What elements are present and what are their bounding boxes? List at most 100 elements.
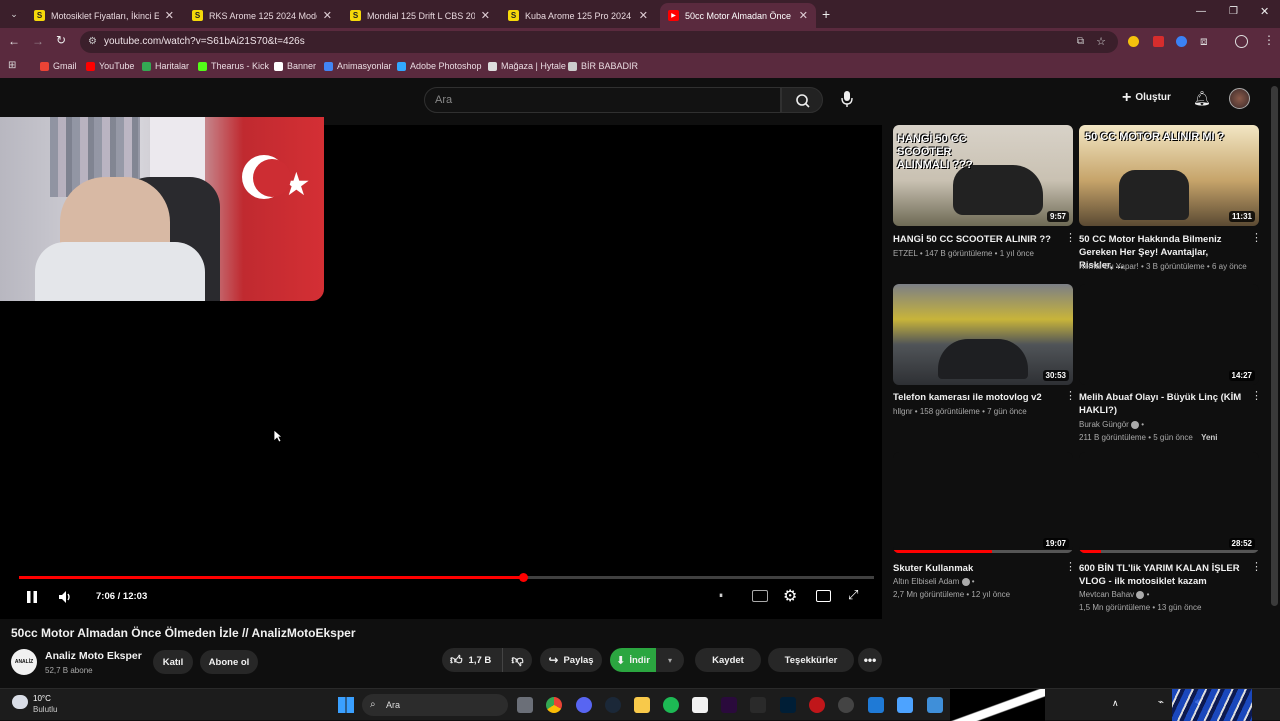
browser-tab[interactable]: S Kuba Arome 125 Pro 2024 Moc ✕	[500, 3, 656, 28]
task-view-icon[interactable]	[517, 697, 533, 713]
channel-name[interactable]: Burak Güngör	[1079, 420, 1129, 429]
create-button[interactable]: + Oluştur	[1122, 89, 1171, 105]
minimize-icon[interactable]: —	[1196, 6, 1206, 17]
steam-icon[interactable]	[605, 697, 621, 713]
notifications-bell-icon[interactable]: 🔔︎	[1193, 90, 1211, 107]
more-vertical-icon[interactable]: ⋮	[1065, 562, 1076, 573]
channel-name[interactable]: Mevtcan Bahav	[1079, 590, 1134, 599]
back-icon[interactable]: ←	[8, 34, 20, 48]
discord-icon[interactable]	[576, 697, 592, 713]
more-vertical-icon[interactable]: ⋮	[1251, 391, 1262, 402]
channel-name[interactable]: hllgnr	[893, 407, 913, 416]
tray-chevron-icon[interactable]: ∧	[1112, 698, 1119, 709]
recommendation-thumbnail[interactable]: 14:27	[1079, 284, 1259, 385]
recommendation-channel[interactable]: Mevtcan Bahav •	[1079, 590, 1149, 599]
autoplay-toggle-icon[interactable]: ⏸	[719, 591, 723, 601]
taskbar-search[interactable]: ⌕ Ara	[362, 694, 508, 716]
dislike-button[interactable]: 👎︎	[502, 648, 532, 672]
recommendation-title[interactable]: Melih Abuaf Olayı - Büyük Linç (KİM HAKL…	[1079, 391, 1244, 417]
windows-start-icon[interactable]	[338, 697, 354, 713]
bookmark-item[interactable]: Banner	[274, 61, 316, 71]
new-tab-icon[interactable]: +	[822, 6, 830, 22]
more-vertical-icon[interactable]: ⋮	[1251, 562, 1262, 573]
channel-name[interactable]: ETZEL	[893, 249, 918, 258]
settings-gear-icon[interactable]: ⚙	[783, 586, 797, 606]
extension-icon[interactable]	[1128, 36, 1139, 47]
subscribe-button[interactable]: Abone ol	[200, 650, 258, 674]
recommendation-title[interactable]: Telefon kamerası ile motovlog v2	[893, 391, 1058, 404]
extension-icon[interactable]	[1176, 36, 1187, 47]
more-vertical-icon[interactable]: ⋮	[1251, 233, 1262, 244]
join-button[interactable]: Katıl	[153, 650, 193, 674]
bookmark-item[interactable]: YouTube	[86, 61, 134, 71]
apps-grid-icon[interactable]: ⊞	[8, 60, 16, 71]
file-explorer-icon[interactable]	[634, 697, 650, 713]
bookmark-item[interactable]: Mağaza | Hytale	[488, 61, 566, 71]
more-actions-button[interactable]: •••	[858, 648, 882, 672]
fullscreen-icon[interactable]: ⤢	[848, 587, 858, 603]
search-button[interactable]	[781, 87, 823, 113]
extensions-puzzle-icon[interactable]: ⧈	[1200, 34, 1208, 49]
channel-name[interactable]: Kemal Bu Yapar!	[1079, 262, 1139, 271]
close-tab-icon[interactable]: ✕	[165, 9, 174, 22]
app-icon[interactable]	[809, 697, 825, 713]
search-input[interactable]: Ara	[424, 87, 781, 113]
channel-avatar[interactable]: ANALİZ	[11, 649, 37, 675]
recommendation-thumbnail[interactable]: 50 CC MOTOR ALINIR MI ? 11:31	[1079, 125, 1259, 226]
recommendation-thumbnail[interactable]: 19:07	[893, 452, 1073, 553]
bookmark-item[interactable]: BİR BABADIR	[568, 61, 638, 71]
thanks-button[interactable]: Teşekkürler	[768, 648, 854, 672]
bookmark-star-icon[interactable]: ☆	[1096, 31, 1106, 53]
recommendation-title[interactable]: HANGİ 50 CC SCOOTER ALINIR ??	[893, 233, 1058, 246]
subtitles-icon[interactable]	[752, 590, 768, 602]
recommendation-title[interactable]: 600 BİN TL'lik YARIM KALAN İŞLER VLOG - …	[1079, 562, 1244, 588]
restore-icon[interactable]: ❐	[1229, 6, 1238, 17]
browser-tab[interactable]: S RKS Arome 125 2024 Model Sc ✕	[184, 3, 340, 28]
forward-icon[interactable]: →	[32, 34, 44, 48]
browser-menu-icon[interactable]: ⋮	[1263, 33, 1275, 47]
obs-icon[interactable]	[838, 697, 854, 713]
tab-search-icon[interactable]: ⌄	[6, 6, 22, 22]
microphone-icon[interactable]	[840, 90, 854, 113]
epic-games-icon[interactable]	[750, 697, 766, 713]
share-button[interactable]: ↪ Paylaş	[540, 648, 602, 672]
volume-button[interactable]	[58, 590, 72, 609]
photoshop-icon[interactable]	[780, 697, 796, 713]
bookmark-item[interactable]: Gmail	[40, 61, 77, 71]
browser-tab[interactable]: S Mondial 125 Drift L CBS 2022 M ✕	[342, 3, 498, 28]
calculator-icon[interactable]	[927, 697, 943, 713]
close-tab-icon[interactable]: ✕	[481, 9, 490, 22]
progress-bar[interactable]	[19, 573, 874, 582]
avatar[interactable]	[1229, 88, 1250, 109]
reload-icon[interactable]: ↻	[56, 33, 66, 47]
bookmark-item[interactable]: Adobe Photoshop	[397, 61, 482, 71]
more-vertical-icon[interactable]: ⋮	[1065, 391, 1076, 402]
close-tab-icon[interactable]: ✕	[323, 9, 332, 22]
notes-icon[interactable]	[897, 697, 913, 713]
bookmark-item[interactable]: Animasyonlar	[324, 61, 392, 71]
close-tab-icon[interactable]: ✕	[799, 9, 808, 22]
close-tab-icon[interactable]: ✕	[639, 9, 648, 22]
page-scrollbar[interactable]	[1271, 86, 1278, 606]
recommendation-thumbnail[interactable]: HANGİ 50 CC SCOOTER ALINMALI ??? 9:57	[893, 125, 1073, 226]
browser-tab[interactable]: S Motosiklet Fiyatları, İkinci El ve ✕	[26, 3, 182, 28]
address-bar[interactable]: ⚙ youtube.com/watch?v=S61bAi21S70&t=426s…	[80, 31, 1118, 53]
recommendation-thumbnail[interactable]: 30:53	[893, 284, 1073, 385]
download-options-button[interactable]: ▾	[656, 648, 684, 672]
bookmark-item[interactable]: Haritalar	[142, 61, 189, 71]
browser-tab-active[interactable]: ▶ 50cc Motor Almadan Önce Ölm ✕	[660, 3, 816, 28]
chrome-icon[interactable]	[546, 697, 562, 713]
recommendation-channel[interactable]: Burak Güngör •	[1079, 420, 1144, 429]
recommendation-title[interactable]: Skuter Kullanmak	[893, 562, 1058, 575]
app-icon[interactable]	[868, 697, 884, 713]
close-window-icon[interactable]: ✕	[1260, 5, 1269, 18]
weather-icon[interactable]	[12, 695, 28, 709]
theater-mode-icon[interactable]	[816, 590, 831, 602]
download-button[interactable]: ⬇ İndir	[610, 648, 656, 672]
capcut-icon[interactable]	[692, 697, 708, 713]
cast-icon[interactable]: ⧉	[1077, 31, 1084, 53]
extension-icon[interactable]	[1153, 36, 1164, 47]
like-button[interactable]: 👍︎ 1,7 B	[442, 648, 502, 672]
pause-button[interactable]	[26, 590, 38, 609]
spotify-icon[interactable]	[663, 697, 679, 713]
